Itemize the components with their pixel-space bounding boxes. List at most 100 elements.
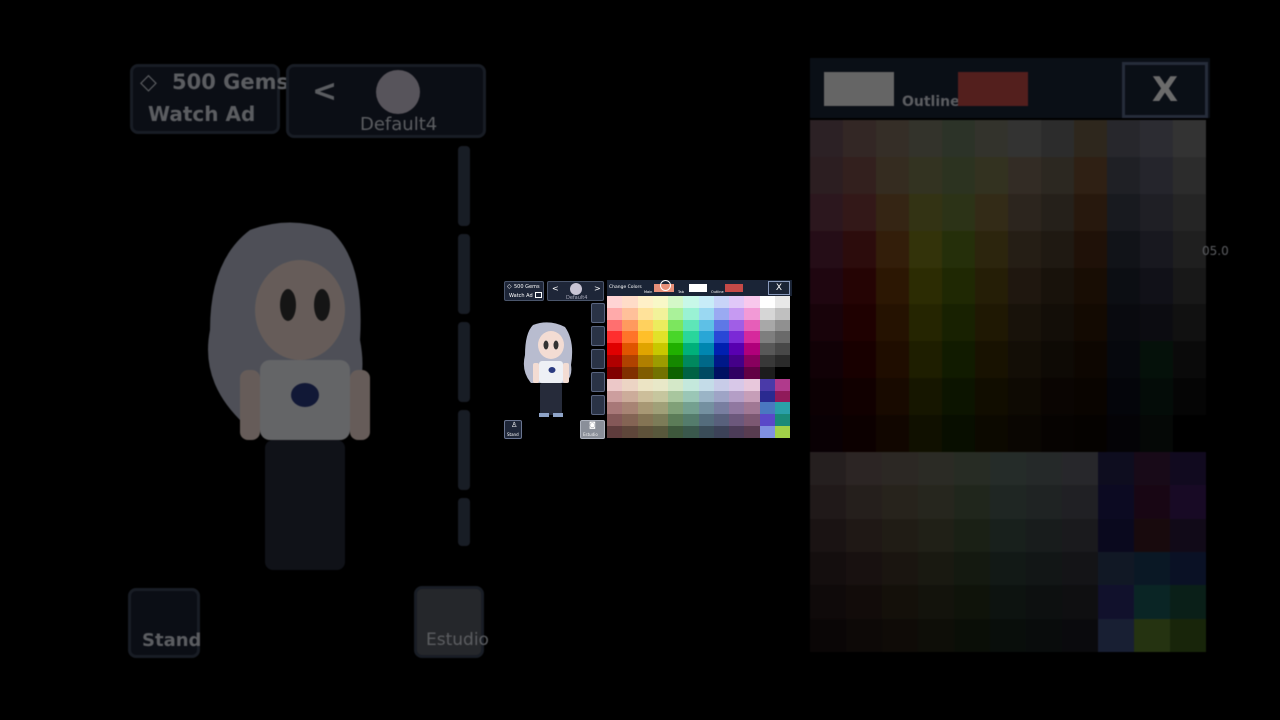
studio-button[interactable]: ◙ Estudio [580,420,605,439]
color-swatch[interactable] [744,296,760,308]
color-swatch[interactable] [759,355,775,367]
color-swatch[interactable] [652,296,668,308]
color-swatch[interactable] [698,343,714,356]
prev-preset-button[interactable]: < [552,285,559,293]
color-swatch[interactable] [759,343,775,356]
color-swatch[interactable] [652,378,668,391]
tool-zoom-out-icon[interactable] [591,395,605,415]
color-swatch[interactable] [622,355,638,367]
tool-layer-icon[interactable] [591,326,605,346]
secondary-color-swatch[interactable] [689,284,707,292]
color-swatch[interactable] [713,378,729,391]
color-swatch[interactable] [637,319,653,332]
color-swatch[interactable] [698,319,714,332]
color-swatch[interactable] [698,331,714,344]
color-swatch[interactable] [607,390,623,403]
color-swatch[interactable] [668,331,684,344]
color-swatch[interactable] [698,390,714,403]
color-swatch[interactable] [622,402,638,415]
color-swatch[interactable] [668,366,684,379]
color-swatch[interactable] [698,355,714,367]
color-swatch[interactable] [622,378,638,391]
tool-add-icon[interactable] [591,303,605,323]
color-swatch[interactable] [774,390,790,403]
color-swatch[interactable] [683,296,699,308]
color-swatch[interactable] [774,343,790,356]
color-swatch[interactable] [668,414,684,427]
color-swatch[interactable] [713,402,729,415]
color-swatch[interactable] [607,319,623,332]
color-swatch[interactable] [759,378,775,391]
color-swatch[interactable] [744,331,760,344]
color-swatch[interactable] [759,319,775,332]
color-swatch[interactable] [744,307,760,320]
color-swatch[interactable] [622,331,638,344]
color-swatch[interactable] [729,319,745,332]
color-swatch[interactable] [668,355,684,367]
color-swatch[interactable] [668,402,684,415]
color-swatch[interactable] [774,355,790,367]
color-swatch[interactable] [683,414,699,427]
outline-color-swatch[interactable] [725,284,743,292]
color-swatch[interactable] [713,426,729,438]
color-swatch[interactable] [652,307,668,320]
next-preset-button[interactable]: > [594,285,601,293]
color-swatch[interactable] [668,378,684,391]
color-swatch[interactable] [683,331,699,344]
color-swatch[interactable] [652,414,668,427]
color-swatch[interactable] [713,390,729,403]
color-swatch[interactable] [622,343,638,356]
color-swatch[interactable] [637,426,653,438]
color-swatch[interactable] [698,402,714,415]
color-swatch[interactable] [729,343,745,356]
color-swatch[interactable] [713,296,729,308]
color-swatch[interactable] [683,366,699,379]
color-swatch[interactable] [713,307,729,320]
color-swatch[interactable] [729,296,745,308]
color-swatch[interactable] [713,331,729,344]
color-swatch[interactable] [622,319,638,332]
color-swatch[interactable] [774,414,790,427]
color-swatch[interactable] [713,414,729,427]
color-swatch[interactable] [713,366,729,379]
color-swatch[interactable] [744,390,760,403]
color-swatch[interactable] [713,343,729,356]
color-swatch[interactable] [683,390,699,403]
color-swatch[interactable] [652,319,668,332]
color-swatch[interactable] [607,296,623,308]
color-swatch[interactable] [622,307,638,320]
color-swatch[interactable] [713,355,729,367]
color-swatch[interactable] [607,366,623,379]
color-swatch[interactable] [759,414,775,427]
color-swatch[interactable] [744,366,760,379]
color-swatch[interactable] [729,307,745,320]
color-swatch[interactable] [729,355,745,367]
color-swatch[interactable] [774,331,790,344]
color-swatch[interactable] [622,296,638,308]
color-swatch[interactable] [698,426,714,438]
color-swatch[interactable] [607,355,623,367]
color-swatch[interactable] [759,307,775,320]
color-swatch[interactable] [759,331,775,344]
color-swatch[interactable] [774,378,790,391]
color-swatch[interactable] [698,414,714,427]
color-swatch[interactable] [607,331,623,344]
color-swatch[interactable] [729,331,745,344]
color-swatch[interactable] [637,378,653,391]
color-swatch[interactable] [607,426,623,438]
tool-eye-icon[interactable] [591,349,605,369]
color-swatch[interactable] [652,355,668,367]
color-swatch[interactable] [774,296,790,308]
color-swatch[interactable] [622,414,638,427]
color-swatch[interactable] [652,366,668,379]
color-swatch[interactable] [759,426,775,438]
color-swatch[interactable] [652,331,668,344]
color-swatch[interactable] [622,366,638,379]
color-swatch[interactable] [652,343,668,356]
color-swatch[interactable] [683,307,699,320]
color-swatch[interactable] [622,390,638,403]
color-swatch[interactable] [759,296,775,308]
color-swatch[interactable] [713,319,729,332]
color-swatch[interactable] [668,296,684,308]
tool-zoom-in-icon[interactable] [591,372,605,392]
